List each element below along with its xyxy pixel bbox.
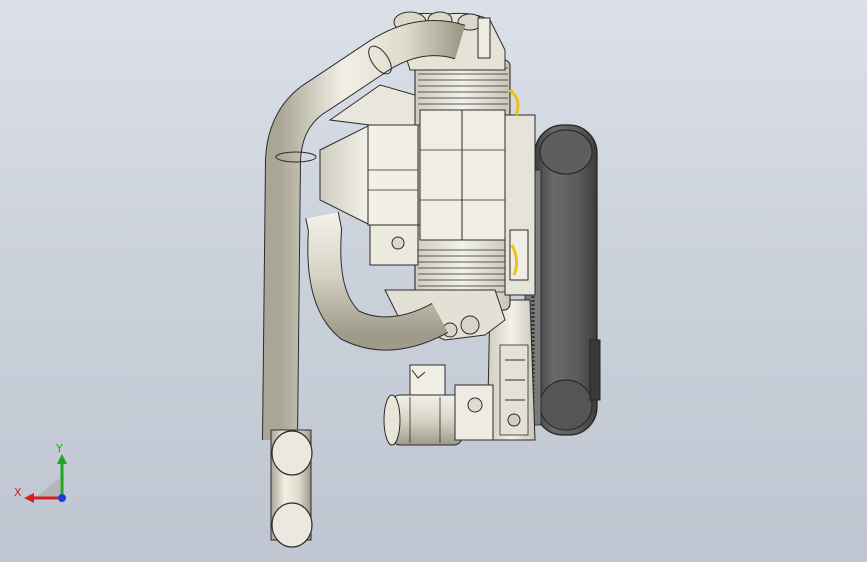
axis-triad: Y X xyxy=(14,442,67,503)
z-axis-dot xyxy=(58,494,66,502)
triad-plane xyxy=(35,478,60,498)
x-axis-arrow-head xyxy=(24,493,34,503)
primary-belt-drive xyxy=(524,124,601,436)
muffler-tail xyxy=(270,429,313,548)
engine-3d-model[interactable] xyxy=(0,0,867,562)
y-axis-arrow-head xyxy=(57,454,67,464)
cylinder-block xyxy=(414,59,536,311)
y-axis-label: Y xyxy=(55,442,63,455)
x-axis-label: X xyxy=(14,486,22,499)
graphics-viewport[interactable]: Y X xyxy=(0,0,867,562)
starter-motor xyxy=(383,364,494,446)
